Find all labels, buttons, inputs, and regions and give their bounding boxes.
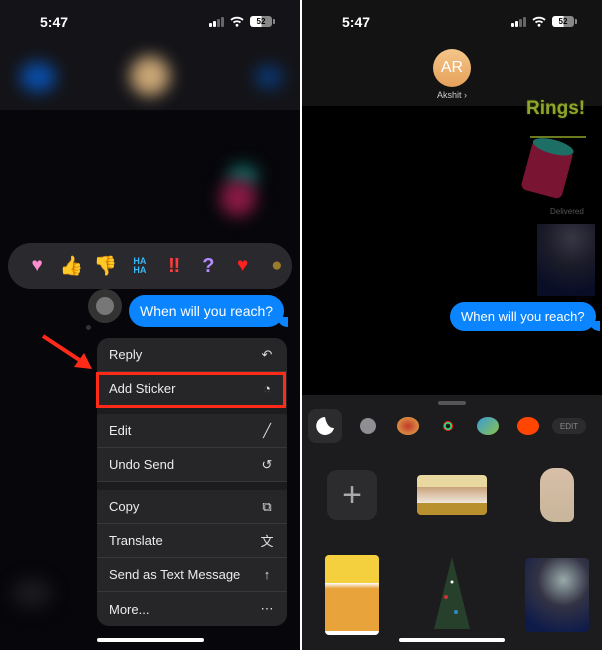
red-arrow-annotation (41, 334, 92, 369)
tab-stickers[interactable] (308, 409, 342, 443)
pink-heart-icon: ♥ (31, 255, 43, 276)
sticker-monkey[interactable] (517, 455, 597, 535)
translate-icon: 文 (260, 534, 274, 549)
activity-rings-icon (443, 421, 453, 431)
send-up-icon: ↑ (263, 567, 271, 582)
blurred-input (12, 578, 52, 608)
fruit-ninja-icon (477, 417, 499, 435)
sticker-birthday-cake[interactable] (412, 455, 492, 535)
smiley-icon (360, 418, 376, 434)
wifi-icon (532, 16, 546, 27)
menu-item-reply[interactable]: Reply ↶ (97, 338, 287, 372)
rings-sticker-text: Rings! (526, 98, 586, 119)
menu-item-translate[interactable]: Translate 文 (97, 524, 287, 558)
reaction-more[interactable]: ● (262, 250, 292, 282)
thumbs-up-icon: 👍 (59, 256, 84, 277)
blurred-avatar (130, 56, 170, 96)
sticker-drawer: EDIT + (302, 395, 602, 650)
red-heart-icon: ♥ (236, 255, 249, 276)
undo-icon: ↺ (261, 456, 273, 472)
menu-separator (97, 482, 287, 490)
game-app-icon (397, 417, 419, 435)
tab-memoji[interactable] (348, 409, 388, 443)
exclamation-icon: ‼ (168, 254, 181, 277)
sticker-ferris-wheel[interactable] (517, 555, 597, 635)
emoji-partial-icon: ● (271, 255, 283, 276)
bubble-tail-dot (86, 325, 91, 330)
mango-box-image (325, 555, 379, 635)
cellular-signal-icon (209, 16, 224, 27)
status-bar: 5:47 52 (0, 0, 300, 44)
tapback-bar: ♥ 👍 👎 HA HA ‼ ? ♥ ● (8, 243, 292, 289)
tab-fruit-ninja[interactable] (468, 409, 508, 443)
monkey-image (540, 468, 574, 522)
thumbs-down-icon: 👎 (93, 256, 118, 277)
ferris-wheel-image (525, 558, 589, 632)
delivered-status: Delivered (550, 207, 584, 216)
stickers-icon (316, 417, 334, 435)
blurred-back-button (20, 62, 56, 92)
menu-item-more[interactable]: More... ⋯ (97, 592, 287, 626)
reddit-icon (517, 417, 539, 435)
copy-icon: ⧉ (262, 498, 272, 514)
battery-icon: 52 (250, 16, 275, 27)
tab-reddit[interactable] (508, 409, 548, 443)
clock: 5:47 (40, 14, 69, 30)
cake-image (417, 475, 487, 515)
menu-item-undo-send[interactable]: Undo Send ↺ (97, 448, 287, 482)
wifi-icon (230, 16, 244, 27)
reaction-haha[interactable]: HA HA (125, 250, 155, 282)
pencil-icon: ╱ (263, 422, 271, 438)
reaction-thumbs-down[interactable]: 👎 (91, 250, 121, 282)
message-bubble[interactable]: When will you reach? (450, 302, 600, 331)
conversation-header: 5:47 52 AR Akshit › (302, 0, 602, 106)
reaction-exclamation[interactable]: ‼ (159, 250, 189, 282)
menu-item-copy[interactable]: Copy ⧉ (97, 490, 287, 524)
home-indicator[interactable] (399, 638, 505, 642)
sticker-christmas-tree[interactable] (412, 555, 492, 635)
sticker-app-tabs: EDIT (308, 409, 602, 443)
reply-icon: ↶ (261, 346, 273, 362)
drum-sticker (520, 140, 574, 200)
reaction-pink-heart[interactable]: ♥ (22, 250, 52, 282)
ferris-wheel-sticker (537, 224, 595, 296)
plus-icon: + (327, 470, 377, 520)
home-indicator[interactable] (97, 638, 204, 642)
add-sticker-cell[interactable]: + (312, 455, 392, 535)
highlight-box-annotation (96, 372, 286, 408)
message-bubble[interactable]: When will you reach? (129, 295, 289, 327)
tab-activity[interactable] (428, 409, 468, 443)
blurred-sticker (220, 180, 256, 216)
menu-item-edit[interactable]: Edit ╱ (97, 414, 287, 448)
reaction-thumbs-up[interactable]: 👍 (56, 250, 86, 282)
sticker-mango-box[interactable] (312, 555, 392, 635)
add-sticker-bubble[interactable] (88, 289, 122, 323)
cellular-signal-icon (511, 16, 526, 27)
drawer-grabber[interactable] (438, 401, 466, 405)
reaction-question[interactable]: ? (193, 250, 223, 282)
status-bar: 5:47 52 (302, 0, 602, 44)
edit-button[interactable]: EDIT (552, 418, 586, 434)
blurred-video-button (255, 65, 283, 89)
clock: 5:47 (342, 14, 371, 30)
right-screen: 5:47 52 AR Akshit › Rings! Delivered Whe… (302, 0, 602, 650)
tab-game-app[interactable] (388, 409, 428, 443)
menu-item-send-as-text[interactable]: Send as Text Message ↑ (97, 558, 287, 592)
battery-icon: 52 (552, 16, 577, 27)
question-icon: ? (202, 254, 215, 277)
smiley-icon (96, 297, 114, 315)
haha-icon: HA HA (133, 256, 147, 275)
left-screen: 5:47 52 ♥ 👍 👎 HA HA ‼ ? ♥ ● When will you… (0, 0, 300, 650)
christmas-tree-image (434, 557, 470, 629)
reaction-red-heart[interactable]: ♥ (228, 250, 258, 282)
contact-avatar[interactable]: AR (433, 49, 471, 87)
more-icon: ⋯ (260, 601, 274, 616)
